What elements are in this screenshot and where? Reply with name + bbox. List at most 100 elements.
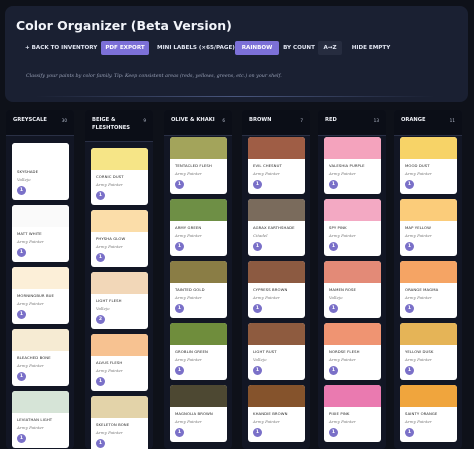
quantity-badge: 1 xyxy=(175,242,184,251)
column-title: ORANGE xyxy=(401,117,426,123)
color-swatch xyxy=(91,148,148,170)
paint-card[interactable]: AGRAX EARTHSHADE Citadel 1 xyxy=(248,199,305,256)
paint-brand: Army Painter xyxy=(405,233,432,238)
paint-card[interactable]: ALVUS FLESH Army Painter 1 xyxy=(91,334,148,391)
quantity-badge: 1 xyxy=(329,242,338,251)
quantity-badge: 1 xyxy=(405,366,414,375)
paint-brand: Army Painter xyxy=(17,239,44,244)
paint-brand: Army Painter xyxy=(329,357,356,362)
paint-card[interactable]: PHYSHA GLOW Army Painter 1 xyxy=(91,210,148,267)
quantity-badge: 1 xyxy=(175,428,184,437)
paint-card[interactable]: LIGHT FLESH Vallejo 2 xyxy=(91,272,148,329)
quantity-badge: 2 xyxy=(96,315,105,324)
quantity-badge: 1 xyxy=(329,180,338,189)
paint-card[interactable]: ARMY GREEN Army Painter 1 xyxy=(170,199,227,256)
color-swatch xyxy=(400,385,457,407)
color-swatch xyxy=(400,199,457,221)
quantity-badge: 1 xyxy=(329,304,338,313)
paint-card[interactable]: MAMEN ROSE Vallejo 1 xyxy=(324,261,381,318)
paint-brand: Vallejo xyxy=(17,177,31,182)
paint-card[interactable]: KHANDIE BROWN Army Painter 1 xyxy=(248,385,305,442)
hide-empty-toggle[interactable]: HIDE EMPTY xyxy=(351,41,391,55)
column-header: OLIVE & KHAKI 6 xyxy=(164,110,232,136)
paint-name: MAP YELLOW xyxy=(405,225,431,230)
az-sort-button[interactable]: A→Z xyxy=(318,41,342,55)
paint-card[interactable]: CORNIC DUST Army Painter 1 xyxy=(91,148,148,205)
color-swatch xyxy=(91,272,148,294)
paint-card[interactable]: CYPRESS BROWN Army Painter 1 xyxy=(248,261,305,318)
paint-card[interactable]: PIXIE PINK Army Painter 1 xyxy=(324,385,381,442)
rainbow-sort-button[interactable]: RAINBOW xyxy=(235,41,279,55)
paint-brand: Army Painter xyxy=(405,171,432,176)
paint-brand: Army Painter xyxy=(96,368,123,373)
mini-labels-button[interactable]: MINI LABELS (×65/PAGE) xyxy=(157,41,235,55)
paint-name: TAINTED GOLD xyxy=(175,287,205,292)
color-swatch xyxy=(12,391,69,413)
paint-name: EVIL CHESNUT xyxy=(253,163,282,168)
page-title: Color Organizer (Beta Version) xyxy=(16,18,232,33)
quantity-badge: 1 xyxy=(329,366,338,375)
paint-card[interactable]: TAINTED GOLD Army Painter 1 xyxy=(170,261,227,318)
quantity-badge: 1 xyxy=(329,428,338,437)
paint-name: MAMEN ROSE xyxy=(329,287,357,292)
paint-card[interactable]: SAINTY ORANGE Army Painter 1 xyxy=(400,385,457,442)
paint-brand: Army Painter xyxy=(17,425,44,430)
paint-brand: Army Painter xyxy=(405,419,432,424)
paint-card[interactable]: GROBLIN GREEN Army Painter 1 xyxy=(170,323,227,380)
color-swatch xyxy=(170,323,227,345)
quantity-badge: 1 xyxy=(96,191,105,200)
color-swatch xyxy=(400,137,457,159)
column-greyscale: GREYSCALE 30 SKYSHADE Vallejo 1 MATT WHITE Arm… xyxy=(6,110,74,449)
paint-name: ARMY GREEN xyxy=(175,225,202,230)
color-swatch xyxy=(324,323,381,345)
by-count-sort-button[interactable]: BY COUNT xyxy=(281,41,317,55)
paint-name: MATT WHITE xyxy=(17,231,42,236)
paint-brand: Army Painter xyxy=(175,171,202,176)
paint-name: LIGHT FLESH xyxy=(96,298,122,303)
paint-card[interactable]: MORNINGBUR BUE Army Painter 1 xyxy=(12,267,69,324)
paint-card[interactable]: YELLOW DUSK Army Painter 1 xyxy=(400,323,457,380)
color-swatch xyxy=(324,137,381,159)
paint-card[interactable]: NORDSE FLESH Army Painter 1 xyxy=(324,323,381,380)
quantity-badge: 1 xyxy=(405,180,414,189)
paint-card[interactable]: LEVIATHAN LIGHT Army Painter 1 xyxy=(12,391,69,448)
paint-brand: Army Painter xyxy=(175,295,202,300)
paint-card[interactable]: VALESHIA PURPLE Army Painter 1 xyxy=(324,137,381,194)
paint-card[interactable]: TENTACLED FLESH Army Painter 1 xyxy=(170,137,227,194)
paint-name: LEVIATHAN LIGHT xyxy=(17,417,53,422)
paint-name: LIGHT RUST xyxy=(253,349,277,354)
paint-card[interactable]: MATT WHITE Army Painter 1 xyxy=(12,205,69,262)
quantity-badge: 1 xyxy=(253,304,262,313)
column-title: OLIVE & KHAKI xyxy=(171,117,215,123)
quantity-badge: 1 xyxy=(253,242,262,251)
column-count: 7 xyxy=(300,118,303,123)
column-red: RED 13 VALESHIA PURPLE Army Painter 1 SPY PIN… xyxy=(318,110,386,449)
paint-name: VALESHIA PURPLE xyxy=(329,163,365,168)
quantity-badge: 1 xyxy=(405,304,414,313)
paint-card[interactable]: BLEACHED BONE Army Painter 1 xyxy=(12,329,69,386)
paint-card[interactable]: ORANGE MAGMA Army Painter 1 xyxy=(400,261,457,318)
paint-card[interactable]: SKELETON BONE Army Painter 1 xyxy=(91,396,148,449)
paint-card[interactable]: MOOD DUST Army Painter 1 xyxy=(400,137,457,194)
paint-name: CYPRESS BROWN xyxy=(253,287,288,292)
paint-card[interactable]: EVIL CHESNUT Army Painter 1 xyxy=(248,137,305,194)
paint-name: KHANDIE BROWN xyxy=(253,411,288,416)
color-swatch xyxy=(248,137,305,159)
pdf-export-button[interactable]: PDF EXPORT xyxy=(101,41,149,55)
paint-card[interactable]: MAP YELLOW Army Painter 1 xyxy=(400,199,457,256)
paint-card[interactable]: MAGNOLIA BROWN Army Painter 1 xyxy=(170,385,227,442)
paint-card[interactable]: SPY PINK Army Painter 1 xyxy=(324,199,381,256)
quantity-badge: 1 xyxy=(405,242,414,251)
color-swatch xyxy=(170,137,227,159)
paint-card[interactable]: LIGHT RUST Vallejo 1 xyxy=(248,323,305,380)
paint-brand: Army Painter xyxy=(405,295,432,300)
paint-brand: Army Painter xyxy=(17,301,44,306)
paint-card[interactable]: SKYSHADE Vallejo 1 xyxy=(12,143,69,200)
paint-brand: Army Painter xyxy=(405,357,432,362)
paint-name: SAINTY ORANGE xyxy=(405,411,438,416)
color-swatch xyxy=(12,205,69,227)
quantity-badge: 1 xyxy=(96,439,105,448)
color-swatch xyxy=(248,385,305,407)
column-count: 30 xyxy=(61,118,67,123)
back-to-inventory-button[interactable]: + BACK TO INVENTORY xyxy=(25,41,97,55)
